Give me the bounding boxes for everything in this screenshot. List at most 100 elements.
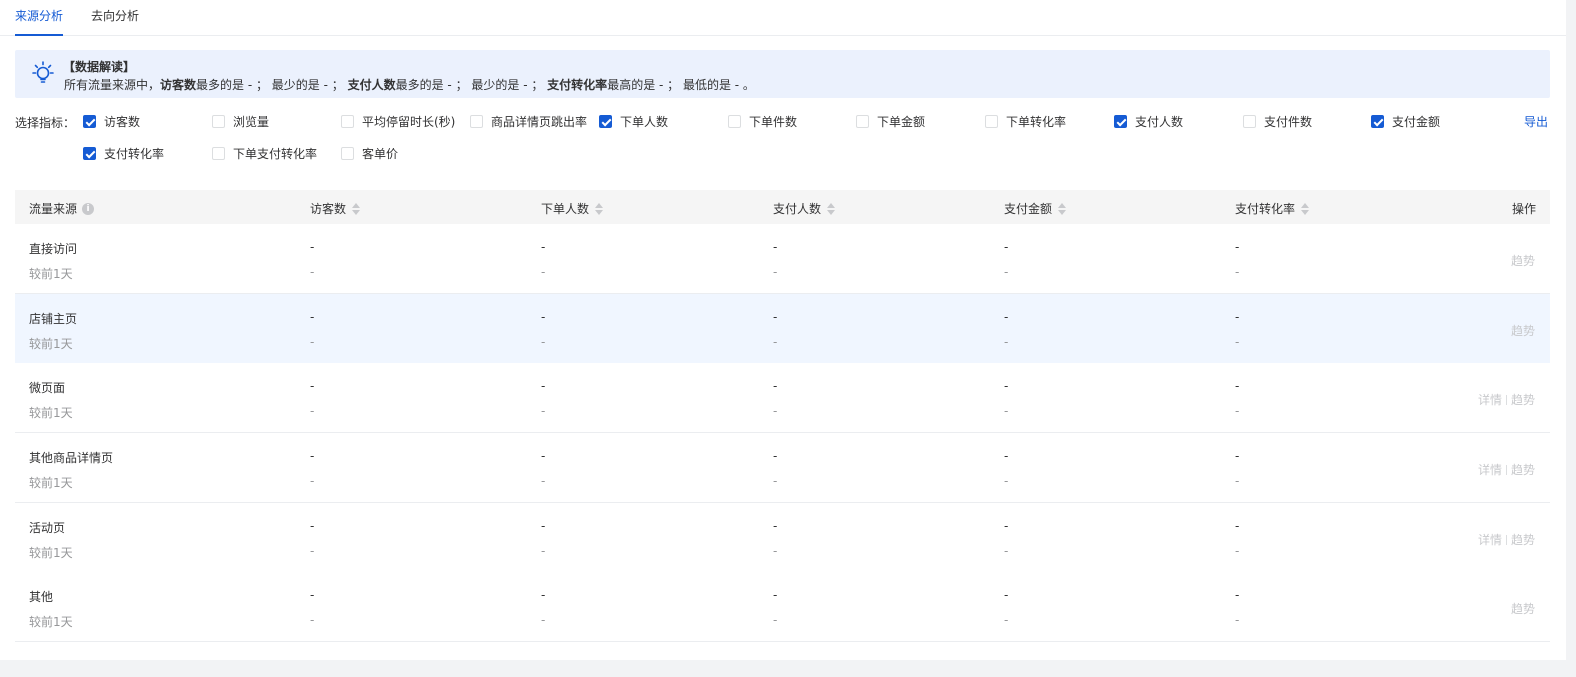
tab-source-analysis[interactable]: 来源分析 — [15, 0, 64, 36]
source-name: 其他商品详情页 — [29, 451, 114, 465]
row-actions: 详情 趋势 — [1478, 531, 1535, 548]
insight-title: 【数据解读】 — [63, 60, 136, 74]
metric-delta: - — [541, 335, 546, 349]
metric-delta: - — [1235, 544, 1240, 558]
trend-link[interactable]: 趋势 — [1511, 391, 1535, 408]
metric-delta: - — [1235, 404, 1240, 418]
sort-icon[interactable] — [827, 202, 836, 215]
compare-label: 较前1天 — [29, 615, 73, 629]
metric-checkbox-avg-stay[interactable]: 平均停留时长(秒) — [341, 113, 455, 129]
source-name: 直接访问 — [29, 242, 78, 256]
compare-label: 较前1天 — [29, 406, 73, 420]
metric-delta: - — [1235, 474, 1240, 488]
trend-link[interactable]: 趋势 — [1511, 322, 1535, 339]
metric-checkbox-order-items[interactable]: 下单件数 — [728, 113, 797, 129]
metric-value: - — [1004, 588, 1009, 602]
row-actions: 趋势 — [1511, 600, 1535, 617]
metric-value: - — [541, 449, 546, 463]
metric-checkbox-pageviews[interactable]: 浏览量 — [212, 113, 269, 129]
metric-delta: - — [773, 613, 778, 627]
trend-link[interactable]: 趋势 — [1511, 252, 1535, 269]
row-actions: 趋势 — [1511, 252, 1535, 269]
sort-icon[interactable] — [1058, 202, 1067, 215]
metric-value: - — [773, 588, 778, 602]
trend-link[interactable]: 趋势 — [1511, 531, 1535, 548]
col-header-pay-conversion[interactable]: 支付转化率 — [1235, 200, 1310, 217]
metric-value: - — [773, 240, 778, 254]
metric-delta: - — [773, 265, 778, 279]
metric-delta: - — [1004, 544, 1009, 558]
metric-checkbox-paying-buyers[interactable]: 支付人数 — [1114, 113, 1183, 129]
metric-delta: - — [1235, 265, 1240, 279]
trend-link[interactable]: 趋势 — [1511, 461, 1535, 478]
metric-checkbox-order-conversion[interactable]: 下单转化率 — [985, 113, 1066, 129]
metric-delta: - — [310, 335, 315, 349]
metric-value: - — [310, 449, 315, 463]
metric-value: - — [310, 588, 315, 602]
compare-label: 较前1天 — [29, 267, 73, 281]
source-name: 其他 — [29, 590, 54, 604]
sort-icon[interactable] — [595, 202, 604, 215]
checkbox-icon — [985, 114, 998, 128]
metric-checkbox-visitors[interactable]: 访客数 — [83, 113, 140, 129]
metric-value: - — [541, 519, 546, 533]
col-header-paying-buyers[interactable]: 支付人数 — [773, 200, 836, 217]
col-header-visitors[interactable]: 访客数 — [310, 200, 361, 217]
metric-value: - — [310, 310, 315, 324]
metric-checkbox-order-amount[interactable]: 下单金额 — [856, 113, 925, 129]
checkbox-icon — [83, 146, 96, 160]
detail-link[interactable]: 详情 — [1478, 391, 1502, 408]
checkbox-icon — [728, 114, 741, 128]
export-link[interactable]: 导出 — [1524, 113, 1548, 130]
checkbox-icon — [856, 114, 869, 128]
col-header-source: 流量来源 i — [29, 200, 95, 217]
metric-value: - — [773, 310, 778, 324]
metric-checkbox-order-buyers[interactable]: 下单人数 — [599, 113, 668, 129]
metric-delta: - — [310, 544, 315, 558]
metric-delta: - — [773, 474, 778, 488]
lightbulb-icon — [32, 61, 54, 83]
sort-icon[interactable] — [1301, 202, 1310, 215]
compare-label: 较前1天 — [29, 337, 73, 351]
metric-value: - — [541, 310, 546, 324]
metric-checkbox-avg-order-value[interactable]: 客单价 — [341, 145, 398, 161]
metric-checkbox-pay-conversion[interactable]: 支付转化率 — [83, 145, 164, 161]
analysis-tabs: 来源分析 去向分析 — [0, 0, 1566, 36]
metric-delta: - — [1004, 613, 1009, 627]
traffic-source-panel: 来源分析 去向分析 【数据解读】 所有流量来源中，访客数最多的是 - ； 最少的… — [0, 0, 1566, 660]
checkbox-icon — [212, 146, 225, 160]
metric-value: - — [310, 379, 315, 393]
row-actions: 趋势 — [1511, 322, 1535, 339]
metric-value: - — [1004, 519, 1009, 533]
tab-destination-analysis[interactable]: 去向分析 — [91, 0, 139, 36]
metric-checkbox-bounce-rate[interactable]: 商品详情页跳出率 — [470, 113, 587, 129]
metric-value: - — [1235, 310, 1240, 324]
metric-delta: - — [310, 265, 315, 279]
trend-link[interactable]: 趋势 — [1511, 600, 1535, 617]
metric-checkbox-paid-items[interactable]: 支付件数 — [1243, 113, 1312, 129]
metric-delta: - — [773, 404, 778, 418]
metric-delta: - — [1235, 335, 1240, 349]
metric-value: - — [773, 519, 778, 533]
sort-icon[interactable] — [352, 202, 361, 215]
source-name: 活动页 — [29, 521, 66, 535]
metric-value: - — [1004, 379, 1009, 393]
metric-value: - — [1235, 449, 1240, 463]
info-icon[interactable]: i — [82, 202, 95, 215]
insight-text: 所有流量来源中，访客数最多的是 - ； 最少的是 - ； 支付人数最多的是 - … — [64, 78, 755, 92]
metric-delta: - — [541, 613, 546, 627]
metric-delta: - — [1004, 404, 1009, 418]
metric-value: - — [773, 379, 778, 393]
detail-link[interactable]: 详情 — [1478, 531, 1502, 548]
checkbox-icon — [1371, 114, 1384, 128]
metric-delta: - — [541, 404, 546, 418]
col-header-order-buyers[interactable]: 下单人数 — [541, 200, 604, 217]
metric-value: - — [541, 379, 546, 393]
checkbox-icon — [212, 114, 225, 128]
metric-checkbox-order-pay-conversion[interactable]: 下单支付转化率 — [212, 145, 317, 161]
detail-link[interactable]: 详情 — [1478, 461, 1502, 478]
col-header-paid-amount[interactable]: 支付金额 — [1004, 200, 1067, 217]
metric-delta: - — [1004, 474, 1009, 488]
metric-value: - — [1235, 379, 1240, 393]
metric-checkbox-paid-amount[interactable]: 支付金额 — [1371, 113, 1440, 129]
